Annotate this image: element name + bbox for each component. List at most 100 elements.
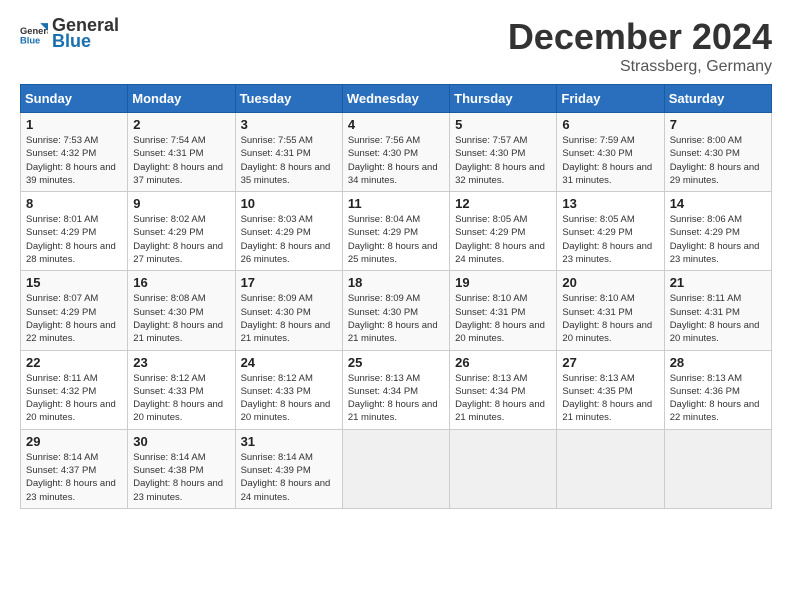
calendar-cell: 11 Sunrise: 8:04 AMSunset: 4:29 PMDayligh… xyxy=(342,192,449,271)
location-title: Strassberg, Germany xyxy=(508,58,772,76)
day-number: 8 xyxy=(26,196,122,211)
calendar-cell xyxy=(342,429,449,508)
day-number: 22 xyxy=(26,355,122,370)
day-number: 20 xyxy=(562,275,658,290)
day-number: 19 xyxy=(455,275,551,290)
day-info: Sunrise: 7:54 AMSunset: 4:31 PMDaylight:… xyxy=(133,134,229,187)
calendar-cell: 15 Sunrise: 8:07 AMSunset: 4:29 PMDayligh… xyxy=(21,271,128,350)
calendar-week-4: 22Sunrise: 8:11 AMSunset: 4:32 PMDayligh… xyxy=(21,350,772,429)
day-number: 10 xyxy=(241,196,337,211)
calendar-cell: 9 Sunrise: 8:02 AMSunset: 4:29 PMDaylight… xyxy=(128,192,235,271)
day-info: Sunrise: 7:56 AMSunset: 4:30 PMDaylight:… xyxy=(348,134,444,187)
calendar-cell: 21 Sunrise: 8:11 AMSunset: 4:31 PMDayligh… xyxy=(664,271,771,350)
calendar-cell: 19 Sunrise: 8:10 AMSunset: 4:31 PMDayligh… xyxy=(450,271,557,350)
day-info: Sunrise: 8:05 AMSunset: 4:29 PMDaylight:… xyxy=(455,213,551,266)
day-info: Sunrise: 8:10 AMSunset: 4:31 PMDaylight:… xyxy=(455,292,551,345)
day-info: Sunrise: 8:13 AMSunset: 4:35 PMDaylight:… xyxy=(562,372,658,425)
day-info: Sunrise: 8:14 AMSunset: 4:38 PMDaylight:… xyxy=(133,451,229,504)
calendar-cell: 16 Sunrise: 8:08 AMSunset: 4:30 PMDayligh… xyxy=(128,271,235,350)
day-info: Sunrise: 8:13 AMSunset: 4:34 PMDaylight:… xyxy=(455,372,551,425)
day-number: 29 xyxy=(26,434,122,449)
day-info: Sunrise: 8:14 AMSunset: 4:37 PMDaylight:… xyxy=(26,451,122,504)
day-number: 7 xyxy=(670,117,766,132)
calendar-cell: 14 Sunrise: 8:06 AMSunset: 4:29 PMDayligh… xyxy=(664,192,771,271)
day-info: Sunrise: 8:12 AMSunset: 4:33 PMDaylight:… xyxy=(241,372,337,425)
day-number: 26 xyxy=(455,355,551,370)
day-number: 5 xyxy=(455,117,551,132)
day-info: Sunrise: 8:13 AMSunset: 4:34 PMDaylight:… xyxy=(348,372,444,425)
day-number: 30 xyxy=(133,434,229,449)
calendar-cell: 22Sunrise: 8:11 AMSunset: 4:32 PMDayligh… xyxy=(21,350,128,429)
calendar-cell xyxy=(664,429,771,508)
day-of-week-wednesday: Wednesday xyxy=(342,85,449,113)
calendar-header-row: SundayMondayTuesdayWednesdayThursdayFrid… xyxy=(21,85,772,113)
day-number: 18 xyxy=(348,275,444,290)
title-block: December 2024 Strassberg, Germany xyxy=(508,16,772,76)
day-number: 21 xyxy=(670,275,766,290)
day-of-week-tuesday: Tuesday xyxy=(235,85,342,113)
day-info: Sunrise: 8:10 AMSunset: 4:31 PMDaylight:… xyxy=(562,292,658,345)
svg-text:Blue: Blue xyxy=(20,35,40,45)
logo-icon: General Blue xyxy=(20,20,48,48)
calendar-cell: 28Sunrise: 8:13 AMSunset: 4:36 PMDayligh… xyxy=(664,350,771,429)
calendar-cell xyxy=(557,429,664,508)
day-of-week-thursday: Thursday xyxy=(450,85,557,113)
calendar-cell: 12 Sunrise: 8:05 AMSunset: 4:29 PMDayligh… xyxy=(450,192,557,271)
calendar-cell: 24 Sunrise: 8:12 AMSunset: 4:33 PMDayligh… xyxy=(235,350,342,429)
day-info: Sunrise: 8:00 AMSunset: 4:30 PMDaylight:… xyxy=(670,134,766,187)
day-info: Sunrise: 8:08 AMSunset: 4:30 PMDaylight:… xyxy=(133,292,229,345)
page-header: General Blue General Blue December 2024 … xyxy=(20,16,772,76)
calendar-week-5: 29 Sunrise: 8:14 AMSunset: 4:37 PMDayligh… xyxy=(21,429,772,508)
day-number: 28 xyxy=(670,355,766,370)
day-info: Sunrise: 8:01 AMSunset: 4:29 PMDaylight:… xyxy=(26,213,122,266)
calendar-cell: 18 Sunrise: 8:09 AMSunset: 4:30 PMDayligh… xyxy=(342,271,449,350)
day-of-week-friday: Friday xyxy=(557,85,664,113)
day-info: Sunrise: 8:14 AMSunset: 4:39 PMDaylight:… xyxy=(241,451,337,504)
calendar-cell: 7 Sunrise: 8:00 AMSunset: 4:30 PMDaylight… xyxy=(664,113,771,192)
day-info: Sunrise: 7:53 AMSunset: 4:32 PMDaylight:… xyxy=(26,134,122,187)
calendar-cell: 5 Sunrise: 7:57 AMSunset: 4:30 PMDaylight… xyxy=(450,113,557,192)
day-number: 25 xyxy=(348,355,444,370)
calendar-cell: 30 Sunrise: 8:14 AMSunset: 4:38 PMDayligh… xyxy=(128,429,235,508)
day-info: Sunrise: 8:09 AMSunset: 4:30 PMDaylight:… xyxy=(348,292,444,345)
calendar-cell: 20 Sunrise: 8:10 AMSunset: 4:31 PMDayligh… xyxy=(557,271,664,350)
day-info: Sunrise: 8:02 AMSunset: 4:29 PMDaylight:… xyxy=(133,213,229,266)
day-number: 23 xyxy=(133,355,229,370)
month-title: December 2024 xyxy=(508,16,772,58)
calendar-table: SundayMondayTuesdayWednesdayThursdayFrid… xyxy=(20,84,772,509)
day-number: 14 xyxy=(670,196,766,211)
calendar-cell: 3 Sunrise: 7:55 AMSunset: 4:31 PMDaylight… xyxy=(235,113,342,192)
day-info: Sunrise: 7:55 AMSunset: 4:31 PMDaylight:… xyxy=(241,134,337,187)
day-number: 9 xyxy=(133,196,229,211)
day-number: 17 xyxy=(241,275,337,290)
calendar-week-3: 15 Sunrise: 8:07 AMSunset: 4:29 PMDayligh… xyxy=(21,271,772,350)
calendar-cell: 1Sunrise: 7:53 AMSunset: 4:32 PMDaylight… xyxy=(21,113,128,192)
day-number: 16 xyxy=(133,275,229,290)
day-info: Sunrise: 7:57 AMSunset: 4:30 PMDaylight:… xyxy=(455,134,551,187)
calendar-cell: 29 Sunrise: 8:14 AMSunset: 4:37 PMDayligh… xyxy=(21,429,128,508)
day-number: 11 xyxy=(348,196,444,211)
day-info: Sunrise: 8:07 AMSunset: 4:29 PMDaylight:… xyxy=(26,292,122,345)
svg-text:General: General xyxy=(20,26,48,36)
day-number: 6 xyxy=(562,117,658,132)
day-info: Sunrise: 8:05 AMSunset: 4:29 PMDaylight:… xyxy=(562,213,658,266)
day-of-week-saturday: Saturday xyxy=(664,85,771,113)
day-number: 12 xyxy=(455,196,551,211)
calendar-cell: 8 Sunrise: 8:01 AMSunset: 4:29 PMDaylight… xyxy=(21,192,128,271)
day-number: 4 xyxy=(348,117,444,132)
calendar-cell: 17Sunrise: 8:09 AMSunset: 4:30 PMDayligh… xyxy=(235,271,342,350)
day-number: 2 xyxy=(133,117,229,132)
calendar-cell xyxy=(450,429,557,508)
day-info: Sunrise: 8:06 AMSunset: 4:29 PMDaylight:… xyxy=(670,213,766,266)
day-number: 13 xyxy=(562,196,658,211)
day-number: 15 xyxy=(26,275,122,290)
day-info: Sunrise: 7:59 AMSunset: 4:30 PMDaylight:… xyxy=(562,134,658,187)
calendar-week-2: 8 Sunrise: 8:01 AMSunset: 4:29 PMDaylight… xyxy=(21,192,772,271)
day-number: 27 xyxy=(562,355,658,370)
day-number: 3 xyxy=(241,117,337,132)
day-info: Sunrise: 8:11 AMSunset: 4:31 PMDaylight:… xyxy=(670,292,766,345)
logo: General Blue General Blue xyxy=(20,16,119,52)
day-number: 24 xyxy=(241,355,337,370)
day-of-week-sunday: Sunday xyxy=(21,85,128,113)
day-info: Sunrise: 8:04 AMSunset: 4:29 PMDaylight:… xyxy=(348,213,444,266)
